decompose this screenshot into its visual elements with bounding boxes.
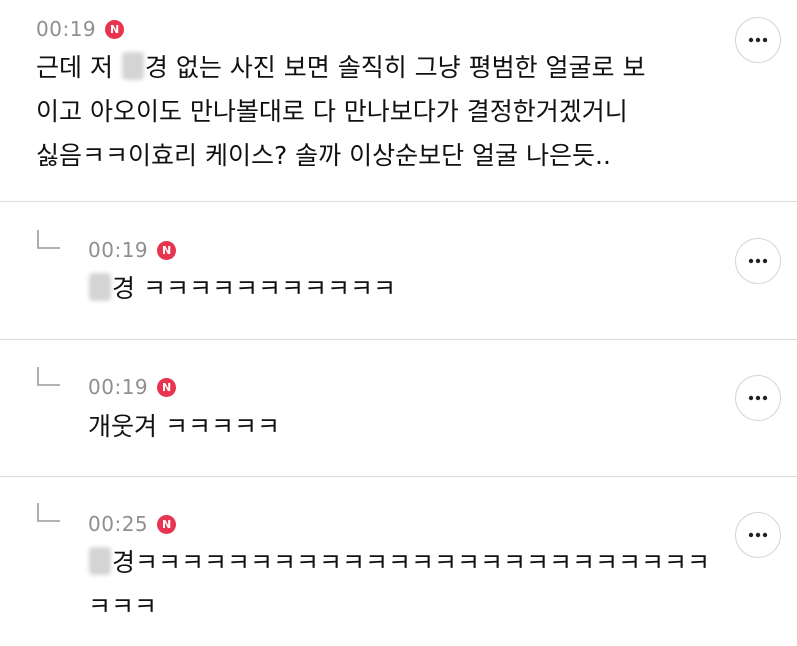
comment-line: 경 ㅋㅋㅋㅋㅋㅋㅋㅋㅋㅋㅋ xyxy=(88,267,396,311)
divider xyxy=(0,201,797,202)
new-badge: N xyxy=(105,19,125,39)
comment-time: 00:19 xyxy=(88,238,149,262)
comment-line: 개웃겨 ㅋㅋㅋㅋㅋ xyxy=(88,412,280,441)
comment-text: 개웃겨 ㅋㅋㅋㅋㅋ xyxy=(88,405,280,449)
comment-text: 경 ㅋㅋㅋㅋㅋㅋㅋㅋㅋㅋㅋ xyxy=(88,267,396,311)
more-horizontal-icon xyxy=(748,532,768,538)
new-badge: N xyxy=(157,377,177,397)
comment-time: 00:19 xyxy=(36,17,97,41)
text-segment: 근데 저 xyxy=(36,53,121,82)
comment-line: ㅋㅋㅋ xyxy=(88,592,158,621)
reply-arrow-icon xyxy=(37,230,60,249)
divider xyxy=(0,339,797,340)
comment-meta: 00:19 N xyxy=(88,238,177,262)
divider xyxy=(0,476,797,477)
blurred-name xyxy=(89,273,111,301)
more-options-button[interactable] xyxy=(735,512,781,558)
comment-line: 근데 저 경 없는 사진 보면 솔직히 그냥 평범한 얼굴로 보 xyxy=(36,46,645,90)
more-options-button[interactable] xyxy=(735,375,781,421)
comment-time: 00:19 xyxy=(88,375,149,399)
comment-line: 이고 아오이도 만나볼대로 다 만나보다가 결정한거겠거니 xyxy=(36,97,628,126)
blurred-name xyxy=(121,52,144,80)
reply-arrow-icon xyxy=(37,503,60,522)
comment-time: 00:25 xyxy=(88,512,149,536)
text-segment: 경ㅋㅋㅋㅋㅋㅋㅋㅋㅋㅋㅋㅋㅋㅋㅋㅋㅋㅋㅋㅋㅋㅋㅋㅋㅋ xyxy=(112,548,711,577)
new-badge: N xyxy=(157,514,177,534)
comment-meta: 00:25 N xyxy=(88,512,177,536)
comment-line: 싫음ㅋㅋ이효리 케이스? 솔까 이상순보단 얼굴 나은듯.. xyxy=(36,141,611,170)
text-segment: 경 ㅋㅋㅋㅋㅋㅋㅋㅋㅋㅋㅋ xyxy=(112,274,396,303)
more-horizontal-icon xyxy=(748,258,768,264)
text-segment: 경 없는 사진 보면 솔직히 그냥 평범한 얼굴로 보 xyxy=(144,53,646,82)
blurred-name xyxy=(89,547,111,575)
comment-meta: 00:19 N xyxy=(36,17,125,41)
comment-meta: 00:19 N xyxy=(88,375,177,399)
comment-line: 경ㅋㅋㅋㅋㅋㅋㅋㅋㅋㅋㅋㅋㅋㅋㅋㅋㅋㅋㅋㅋㅋㅋㅋㅋㅋ xyxy=(88,541,710,585)
new-badge: N xyxy=(157,240,177,260)
more-horizontal-icon xyxy=(748,395,768,401)
comment-text: 경ㅋㅋㅋㅋㅋㅋㅋㅋㅋㅋㅋㅋㅋㅋㅋㅋㅋㅋㅋㅋㅋㅋㅋㅋㅋ ㅋㅋㅋ xyxy=(88,541,710,629)
more-options-button[interactable] xyxy=(735,238,781,284)
more-options-button[interactable] xyxy=(735,17,781,63)
comment-text: 근데 저 경 없는 사진 보면 솔직히 그냥 평범한 얼굴로 보 이고 아오이도… xyxy=(36,46,645,178)
reply-arrow-icon xyxy=(37,367,60,386)
more-horizontal-icon xyxy=(748,37,768,43)
